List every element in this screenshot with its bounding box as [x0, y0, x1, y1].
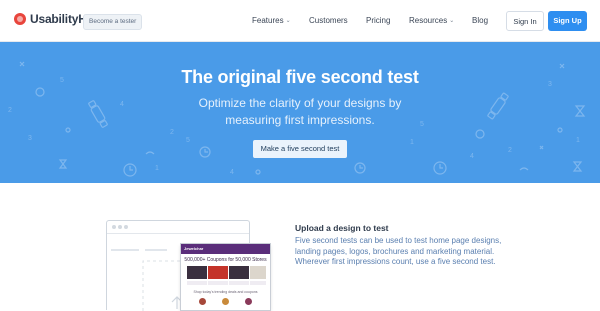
preview-store-logo	[199, 298, 206, 305]
nav-features[interactable]: Features ⌄	[252, 16, 291, 25]
hero-subtitle: Optimize the clarity of your designs by …	[0, 95, 600, 129]
hero-banner: 532 145 423 14 251 The original five sec…	[0, 42, 600, 183]
clock-icon	[433, 161, 447, 175]
hero-title: The original five second test	[181, 67, 419, 87]
nav-pricing[interactable]: Pricing	[366, 16, 390, 25]
clock-icon	[475, 129, 485, 139]
svg-text:4: 4	[470, 153, 474, 160]
svg-text:2: 2	[508, 147, 512, 154]
hero-subtitle-line-2: measuring first impressions.	[225, 113, 375, 127]
clock-icon	[123, 163, 137, 177]
preview-brand: Jewelchar	[184, 246, 204, 251]
nav-resources[interactable]: Resources ⌄	[409, 16, 454, 25]
nav-customers[interactable]: Customers	[309, 16, 348, 25]
feature-title: Upload a design to test	[295, 223, 389, 233]
svg-text:5: 5	[186, 137, 190, 144]
clock-icon	[354, 162, 366, 174]
site-header: UsabilityHub Become a tester Features ⌄ C…	[0, 0, 600, 42]
design-preview: Jewelchar 500,000+ Coupons for 50,000 St…	[181, 244, 270, 310]
nav-features-label: Features	[252, 16, 284, 25]
preview-header: Jewelchar	[181, 244, 270, 254]
logo-mark-icon	[14, 13, 26, 25]
preview-product-tile	[229, 266, 249, 279]
feature-description: Five second tests can be used to test ho…	[295, 236, 502, 266]
hourglass-icon	[58, 159, 68, 169]
browser-toolbar	[107, 221, 249, 234]
chevron-down-icon: ⌄	[285, 18, 291, 24]
preview-headline: 500,000+ Coupons for 50,000 Stores	[184, 257, 267, 263]
preview-tile-label	[187, 281, 207, 285]
window-dot-icon	[112, 225, 116, 229]
become-tester-link[interactable]: Become a tester	[83, 14, 143, 30]
preview-tile-label	[229, 281, 249, 285]
preview-caption: Shop today's trending deals and coupons	[193, 290, 258, 294]
placeholder-line	[145, 249, 167, 251]
clock-icon	[199, 146, 211, 158]
sign-up-button[interactable]: Sign Up	[548, 11, 587, 31]
hero-subtitle-line-1: Optimize the clarity of your designs by	[198, 96, 402, 110]
nav-blog[interactable]: Blog	[472, 16, 488, 25]
svg-text:4: 4	[230, 169, 234, 176]
preview-product-tile	[208, 266, 228, 279]
svg-text:1: 1	[576, 137, 580, 144]
preview-tile-label	[208, 281, 228, 285]
sign-in-button[interactable]: Sign In	[506, 11, 544, 31]
preview-tile-label	[250, 281, 266, 285]
preview-store-logo	[222, 298, 229, 305]
svg-text:3: 3	[28, 135, 32, 142]
hourglass-icon	[572, 161, 583, 172]
placeholder-line	[111, 249, 139, 251]
preview-product-tile	[187, 266, 207, 279]
preview-product-tile	[250, 266, 266, 279]
chevron-down-icon: ⌄	[449, 18, 455, 24]
window-dot-icon	[124, 225, 128, 229]
svg-text:1: 1	[155, 165, 159, 172]
svg-text:2: 2	[170, 129, 174, 136]
window-dot-icon	[118, 225, 122, 229]
nav-resources-label: Resources	[409, 16, 448, 25]
preview-store-logo	[245, 298, 252, 305]
make-five-second-test-button[interactable]: Make a five second test	[253, 140, 347, 158]
svg-text:1: 1	[410, 139, 414, 146]
